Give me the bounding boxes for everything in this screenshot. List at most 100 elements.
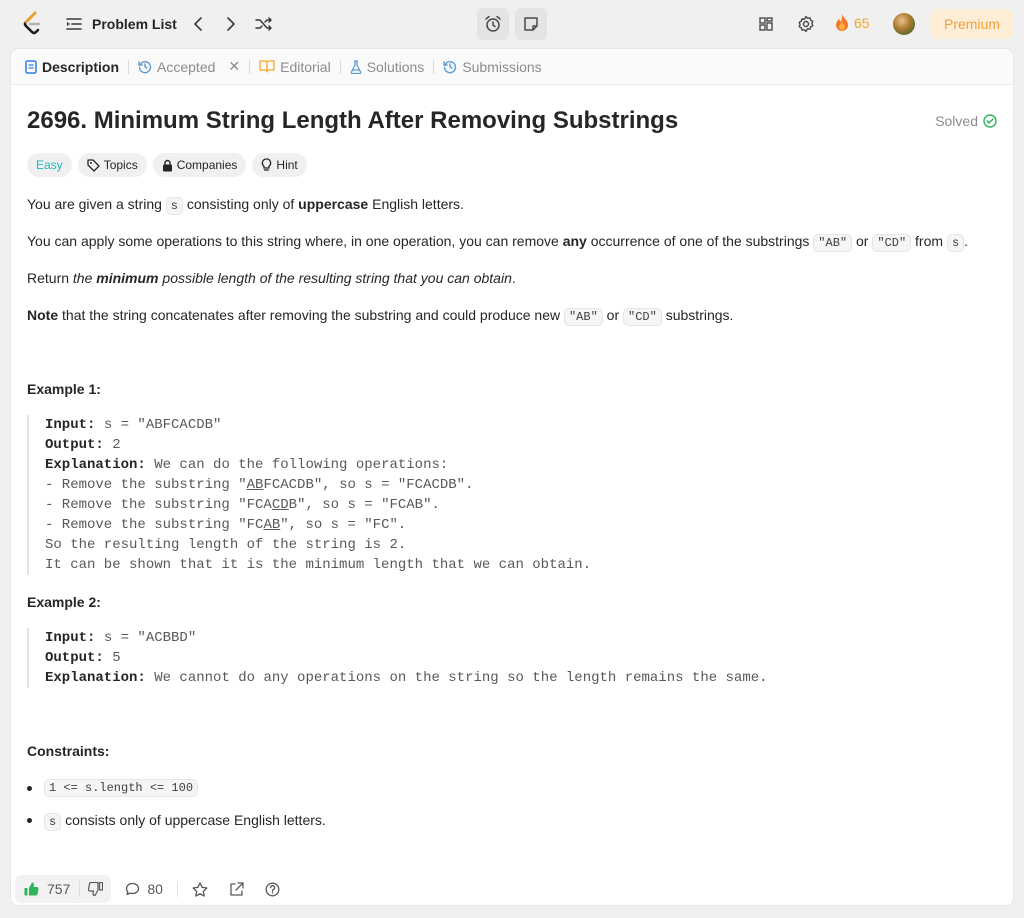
solved-status: Solved	[935, 113, 997, 129]
example-2-block: Input: s = "ACBBD" Output: 5 Explanation…	[27, 628, 768, 688]
tab-editorial[interactable]: Editorial	[259, 49, 331, 85]
tab-divider	[128, 59, 130, 74]
constraint-text: consists only of uppercase English lette…	[61, 812, 326, 828]
inline-code: "AB"	[813, 234, 853, 252]
chevron-left-icon	[194, 17, 202, 31]
text: from	[911, 233, 947, 249]
tab-solutions-label: Solutions	[366, 58, 425, 75]
text: You are given a string	[27, 196, 166, 212]
vote-group: 757	[15, 875, 112, 903]
underlined-text: AB	[263, 517, 281, 533]
explanation-line: - Remove the substring "FCA	[45, 497, 272, 513]
streak-count: 65	[854, 14, 870, 31]
inline-code: s	[946, 234, 965, 252]
streak-counter[interactable]: 65	[835, 14, 870, 31]
share-button[interactable]	[229, 881, 244, 897]
text: substrings.	[661, 307, 734, 323]
dislike-button[interactable]	[80, 882, 111, 896]
example-2-heading: Example 2:	[27, 594, 101, 610]
text: that the string concatenates after remov…	[58, 307, 564, 323]
flask-icon	[350, 59, 361, 74]
prev-problem-button[interactable]	[186, 12, 210, 36]
history-icon	[443, 60, 457, 73]
bold-text: uppercase	[298, 196, 369, 212]
problem-list-label: Problem List	[92, 16, 177, 32]
lock-icon	[162, 159, 172, 171]
tab-bar: Description Accepted ✕ Editorial Solutio…	[11, 49, 1013, 85]
problem-list-button[interactable]: Problem List	[66, 12, 177, 36]
premium-button[interactable]: Premium	[930, 9, 1014, 39]
problem-title: 2696. Minimum String Length After Removi…	[27, 107, 679, 134]
explanation-value: We cannot do any operations on the strin…	[145, 670, 768, 686]
problem-tags: Easy Topics Companies Hint	[27, 153, 307, 177]
question-circle-icon	[265, 882, 280, 896]
hint-label: Hint	[276, 158, 298, 172]
lightbulb-icon	[262, 158, 272, 171]
explanation-line: It can be shown that it is the minimum l…	[45, 557, 592, 573]
italic-text: the	[72, 270, 97, 286]
hint-button[interactable]: Hint	[252, 153, 307, 177]
bold-text: any	[562, 233, 587, 249]
book-icon	[259, 60, 275, 73]
tab-editorial-label: Editorial	[280, 58, 331, 75]
tab-solutions[interactable]: Solutions	[350, 49, 425, 85]
comments-button[interactable]: 80	[125, 881, 163, 897]
notes-button[interactable]	[515, 8, 547, 40]
underlined-text: CD	[271, 497, 289, 513]
text: English letters.	[368, 196, 464, 212]
tab-description[interactable]: Description	[25, 49, 119, 85]
description-paragraph: Return the minimum possible length of th…	[27, 268, 516, 288]
inline-code: s	[44, 813, 62, 831]
leetcode-logo[interactable]	[20, 10, 44, 38]
random-problem-button[interactable]	[252, 12, 276, 36]
topics-button[interactable]: Topics	[77, 153, 147, 177]
favorite-button[interactable]	[192, 881, 208, 897]
text: You can apply some operations to this st…	[27, 233, 563, 249]
history-icon	[138, 60, 152, 73]
explanation-label: Explanation:	[45, 457, 146, 473]
inline-code: "CD"	[872, 234, 912, 252]
constraints-heading: Constraints:	[27, 743, 110, 759]
star-icon	[192, 881, 208, 897]
output-label: Output:	[45, 650, 104, 666]
input-label: Input:	[45, 417, 96, 433]
bold-text: Note	[27, 307, 59, 323]
timer-button[interactable]	[477, 8, 509, 40]
explanation-line: So the resulting length of the string is…	[45, 537, 407, 553]
share-icon	[230, 881, 244, 896]
italic-text: possible length of the resulting string …	[158, 270, 512, 286]
explanation-line: ", so s = "FC".	[280, 517, 407, 533]
inline-code: 1 <= s.length <= 100	[44, 779, 199, 797]
next-problem-button[interactable]	[219, 12, 243, 36]
example-1-heading: Example 1:	[27, 381, 101, 397]
description-paragraph: You can apply some operations to this st…	[27, 231, 968, 253]
tab-description-label: Description	[42, 58, 120, 75]
explanation-line: FCACDB", so s = "FCACDB".	[263, 477, 474, 493]
layout-button[interactable]	[755, 14, 777, 34]
avatar[interactable]	[893, 13, 915, 35]
layout-grid-icon	[759, 17, 773, 31]
thumbs-down-icon	[88, 882, 104, 896]
text: consisting only of	[183, 196, 299, 212]
text: .	[964, 233, 969, 249]
close-tab-button[interactable]: ✕	[228, 58, 240, 75]
output-value: 2	[103, 437, 121, 453]
explanation-line: B", so s = "FCAB".	[288, 497, 440, 513]
text: or	[852, 233, 873, 249]
tab-divider	[249, 59, 251, 74]
comment-icon	[126, 882, 140, 896]
like-count: 757	[47, 881, 71, 897]
explanation-label: Explanation:	[45, 670, 146, 686]
tab-submissions[interactable]: Submissions	[443, 49, 542, 85]
comment-count: 80	[147, 881, 163, 897]
settings-button[interactable]	[795, 14, 817, 34]
topics-label: Topics	[103, 158, 138, 172]
companies-button[interactable]: Companies	[152, 153, 247, 177]
like-button[interactable]: 757	[15, 881, 79, 897]
bold-italic-text: minimum	[96, 270, 159, 286]
help-button[interactable]	[265, 882, 280, 897]
tab-accepted[interactable]: Accepted ✕	[138, 49, 240, 85]
description-paragraph: You are given a string s consisting only…	[27, 194, 464, 216]
description-paragraph: Note that the string concatenates after …	[27, 305, 733, 327]
tab-accepted-label: Accepted	[157, 58, 216, 75]
